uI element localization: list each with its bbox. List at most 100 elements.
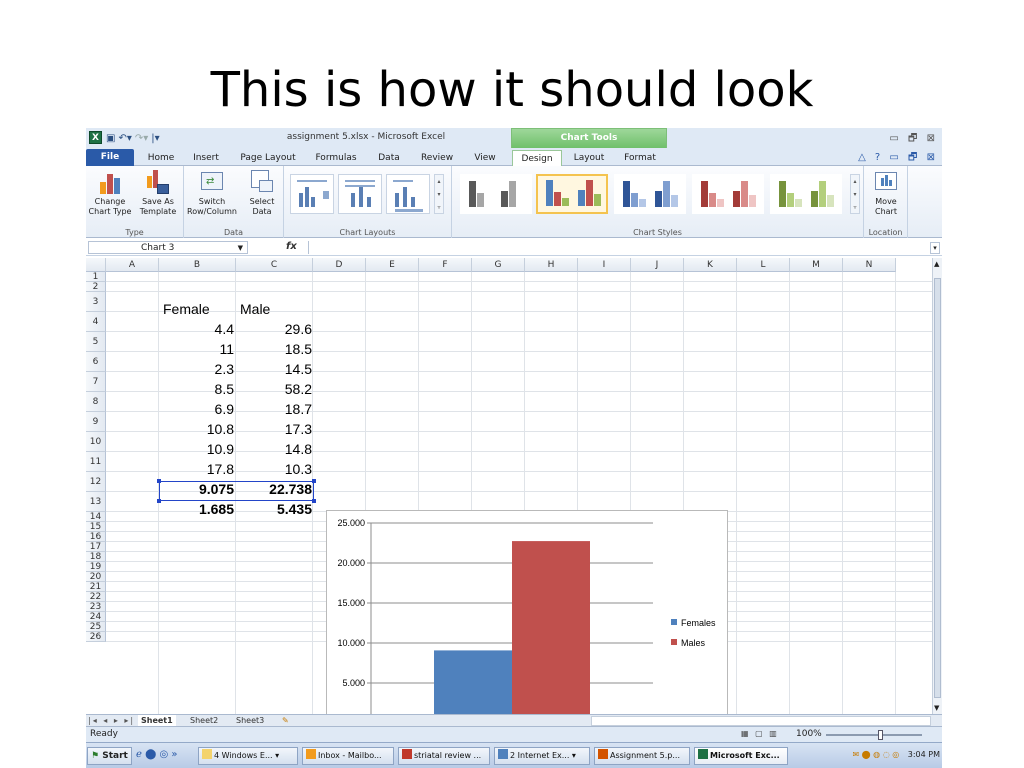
change-chart-type-button[interactable]: Change Chart Type [88, 170, 132, 217]
taskbar-striatal-review[interactable]: striatal review ... [398, 747, 490, 765]
row-header-1[interactable]: 1 [86, 272, 106, 282]
window-controls[interactable]: ▭ 🗗 ⊠ [889, 131, 938, 148]
save-icon[interactable]: ▣ [106, 133, 115, 144]
row-header-16[interactable]: 16 [86, 532, 106, 542]
column-header-c[interactable]: C [236, 258, 313, 272]
chart-layout-3[interactable] [386, 174, 430, 214]
row-header-3[interactable]: 3 [86, 292, 106, 312]
row-header-13[interactable]: 13 [86, 492, 106, 512]
cell-c6[interactable]: 14.5 [236, 361, 312, 377]
tab-layout[interactable]: Layout [570, 150, 608, 166]
cell-b7[interactable]: 8.5 [160, 381, 234, 397]
redo-icon[interactable]: ↷▾ [135, 133, 148, 144]
chart-style-3[interactable] [614, 174, 686, 214]
taskbar-assignment-powerpoint[interactable]: Assignment 5.p... [594, 747, 690, 765]
cell-c11[interactable]: 10.3 [236, 461, 312, 477]
tab-insert[interactable]: Insert [186, 150, 226, 166]
chart-style-2[interactable] [536, 174, 608, 214]
zoom-slider[interactable] [826, 730, 922, 740]
chart-style-1[interactable] [460, 174, 532, 214]
cell-b13[interactable]: 1.685 [160, 501, 234, 517]
cell-c4[interactable]: 29.6 [236, 321, 312, 337]
move-chart-button[interactable]: Move Chart [864, 170, 908, 217]
row-header-17[interactable]: 17 [86, 542, 106, 552]
worksheet-grid[interactable]: ABCDEFGHIJKLMN 1 2 3 4 5 6 7 8 9 10 11 12 13 14 15 16 17… [86, 258, 932, 753]
taskbar-internet-explorer[interactable]: 2 Internet Ex... ▾ [494, 747, 590, 765]
tab-home[interactable]: Home [144, 150, 178, 166]
tab-design[interactable]: Design [512, 150, 562, 166]
row-header-19[interactable]: 19 [86, 562, 106, 572]
row-header-25[interactable]: 25 [86, 622, 106, 632]
column-header-g[interactable]: G [472, 258, 525, 272]
tab-view[interactable]: View [470, 150, 500, 166]
selected-range-b12-c12[interactable] [157, 479, 316, 503]
row-header-5[interactable]: 5 [86, 332, 106, 352]
row-header-9[interactable]: 9 [86, 412, 106, 432]
scroll-up-icon[interactable]: ▲ [934, 260, 939, 268]
save-as-template-button[interactable]: Save As Template [136, 170, 180, 217]
sheet-nav-arrows[interactable]: |◂ ◂ ▸ ▸| [88, 716, 135, 725]
column-header-j[interactable]: J [631, 258, 684, 272]
cell-c10[interactable]: 14.8 [236, 441, 312, 457]
formula-input[interactable] [308, 241, 928, 254]
cell-b3[interactable]: Female [163, 301, 210, 317]
column-header-h[interactable]: H [525, 258, 578, 272]
row-header-7[interactable]: 7 [86, 372, 106, 392]
column-header-k[interactable]: K [684, 258, 737, 272]
row-header-15[interactable]: 15 [86, 522, 106, 532]
row-header-12[interactable]: 12 [86, 472, 106, 492]
row-header-26[interactable]: 26 [86, 632, 106, 642]
cell-b8[interactable]: 6.9 [160, 401, 234, 417]
tray-icons[interactable]: ✉ ⬤ ◍ ◌ ◎ [852, 750, 899, 759]
column-header-m[interactable]: M [790, 258, 843, 272]
column-header-e[interactable]: E [366, 258, 419, 272]
cell-c8[interactable]: 18.7 [236, 401, 312, 417]
column-header-f[interactable]: F [419, 258, 472, 272]
cell-c7[interactable]: 58.2 [236, 381, 312, 397]
tab-review[interactable]: Review [418, 150, 456, 166]
chart-styles-scroll[interactable]: ▴ ▾ ▿ [850, 174, 860, 214]
name-box-dropdown-icon[interactable]: ▼ [238, 242, 243, 254]
row-header-2[interactable]: 2 [86, 282, 106, 292]
cell-c13[interactable]: 5.435 [236, 501, 312, 517]
taskbar-microsoft-excel[interactable]: Microsoft Exc... [694, 747, 788, 765]
chart-layout-2[interactable] [338, 174, 382, 214]
quick-launch-icons[interactable]: ℯ ⬤ ◎ » [136, 749, 178, 760]
column-header-l[interactable]: L [737, 258, 790, 272]
select-all-corner[interactable] [86, 258, 106, 272]
cell-b10[interactable]: 10.9 [160, 441, 234, 457]
row-header-10[interactable]: 10 [86, 432, 106, 452]
tab-format[interactable]: Format [620, 150, 660, 166]
chart-style-5[interactable] [770, 174, 842, 214]
tab-data[interactable]: Data [374, 150, 404, 166]
insert-function-icon[interactable]: fx [286, 241, 297, 252]
row-header-14[interactable]: 14 [86, 512, 106, 522]
cell-b11[interactable]: 17.8 [160, 461, 234, 477]
chart-layout-1[interactable] [290, 174, 334, 214]
cell-b5[interactable]: 11 [160, 341, 234, 357]
customize-qat-icon[interactable]: |▾ [151, 133, 159, 144]
chart-style-4[interactable] [692, 174, 764, 214]
expand-formula-bar-icon[interactable]: ▾ [930, 242, 940, 254]
row-header-24[interactable]: 24 [86, 612, 106, 622]
cell-b6[interactable]: 2.3 [160, 361, 234, 377]
column-header-a[interactable]: A [106, 258, 159, 272]
view-buttons[interactable]: ▦ ▢ ▥ [741, 729, 779, 738]
undo-icon[interactable]: ↶▾ [118, 133, 131, 144]
help-icon[interactable]: △ ? ▭ 🗗 ⊠ [858, 150, 938, 167]
cell-b4[interactable]: 4.4 [160, 321, 234, 337]
row-header-6[interactable]: 6 [86, 352, 106, 372]
scroll-down-icon[interactable]: ▼ [934, 704, 939, 712]
row-header-11[interactable]: 11 [86, 452, 106, 472]
switch-row-column-button[interactable]: ⇄ Switch Row/Column [186, 170, 238, 217]
column-header-b[interactable]: B [159, 258, 236, 272]
start-button[interactable]: ⚑ Start [87, 747, 132, 765]
tab-file[interactable]: File [86, 149, 134, 166]
row-header-8[interactable]: 8 [86, 392, 106, 412]
excel-app-icon[interactable]: X [89, 131, 102, 144]
row-header-21[interactable]: 21 [86, 582, 106, 592]
row-header-23[interactable]: 23 [86, 602, 106, 612]
horizontal-scrollbar[interactable] [591, 716, 931, 726]
vertical-scroll-thumb[interactable] [934, 278, 941, 698]
cell-c3[interactable]: Male [240, 301, 270, 317]
